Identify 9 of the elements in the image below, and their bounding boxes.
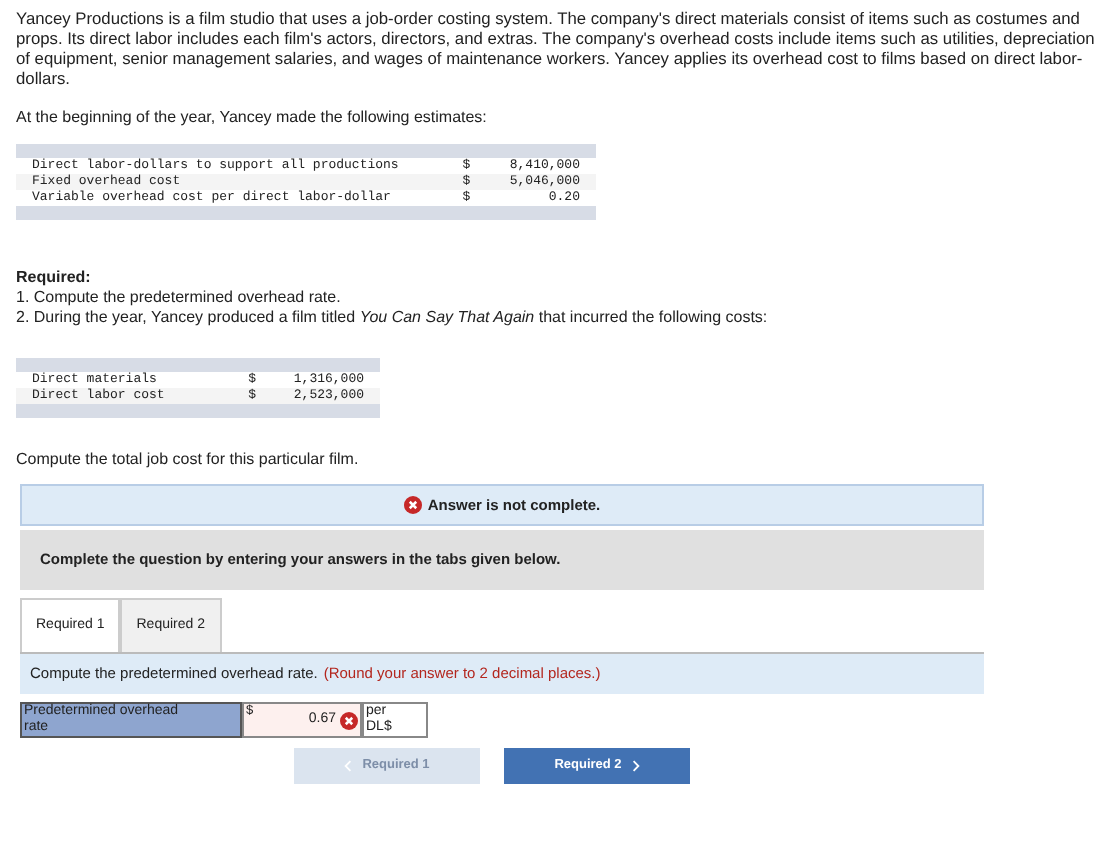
- chevron-icon: [344, 760, 353, 772]
- requirement-text: 1. Compute the predetermined overhead rate.: [16, 288, 343, 308]
- error-icon: [403, 496, 422, 514]
- estimates-intro: At the beginning of the year, Yancey made the following estimates:: [16, 108, 489, 128]
- requirement-text: 2. During the year, Yancey produced a film titled You Can Say That Again that incurred the following costs:: [16, 308, 770, 328]
- question-text: Compute the total job cost for this particular film.: [16, 450, 361, 470]
- required-heading: Required:: [16, 268, 93, 288]
- intro-paragraph: Yancey Productions is a film studio that uses a job-order costing system. The company's direct materials consist of items such as costumes and props. Its direct labor includes each film's actors, directors, and extras. The company's overhead costs include items such as utilities, depreciation of equipment, senior management salaries, and wages of maintenance workers. Yancey applies its overhead cost to films based on direct labor-dollars.: [16, 8, 1096, 88]
- chevron-icon: [631, 760, 640, 772]
